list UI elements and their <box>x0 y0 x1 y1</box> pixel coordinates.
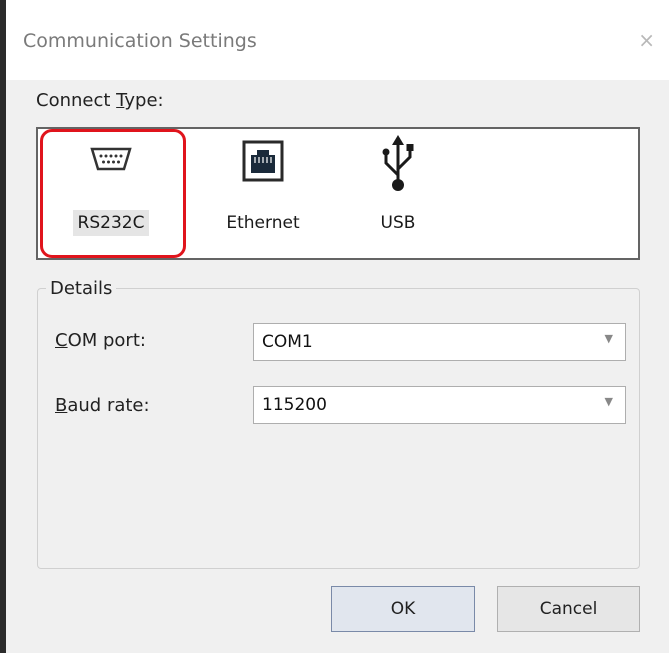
details-legend: Details <box>46 278 117 299</box>
chevron-down-icon[interactable]: ▼ <box>605 332 613 345</box>
ethernet-port-icon <box>241 139 285 187</box>
title-bar: Communication Settings × <box>6 0 669 80</box>
baud-rate-label: Baud rate: <box>55 395 150 416</box>
connect-type-usb[interactable]: USB <box>358 129 438 258</box>
ok-button[interactable]: OK <box>331 586 475 632</box>
ethernet-label: Ethernet <box>226 213 300 233</box>
connect-type-ethernet[interactable]: Ethernet <box>208 129 318 258</box>
baud-rate-label-accel: B <box>55 395 68 416</box>
baud-rate-select[interactable]: 115200 ▼ <box>253 386 626 424</box>
com-port-select[interactable]: COM1 ▼ <box>253 323 626 361</box>
connect-type-rs232c[interactable]: RS232C <box>44 129 178 258</box>
usb-icon <box>378 133 418 197</box>
chevron-down-icon[interactable]: ▼ <box>605 395 613 408</box>
com-port-label-accel: C <box>55 330 68 351</box>
cancel-button[interactable]: Cancel <box>497 586 640 632</box>
com-port-label-rest: OM port: <box>67 330 146 351</box>
dialog-title: Communication Settings <box>23 30 257 52</box>
com-port-value: COM1 <box>262 332 313 352</box>
baud-rate-label-rest: aud rate: <box>67 395 150 416</box>
window-edge <box>0 0 6 653</box>
communication-settings-dialog: Communication Settings × Connect Type: R… <box>0 0 669 653</box>
connect-type-label-prefix: Connect <box>36 90 117 111</box>
rs232c-label: RS232C <box>44 210 178 236</box>
close-icon[interactable]: × <box>638 30 655 50</box>
connect-type-panel: RS232C Ethernet USB <box>36 127 640 260</box>
connect-type-label-suffix: ype: <box>124 90 164 111</box>
serial-port-icon <box>82 139 140 183</box>
connect-type-label: Connect Type: <box>36 90 164 111</box>
baud-rate-value: 115200 <box>262 395 327 415</box>
usb-label: USB <box>380 213 416 233</box>
com-port-label: COM port: <box>55 330 146 351</box>
rs232c-label-text: RS232C <box>72 210 150 236</box>
